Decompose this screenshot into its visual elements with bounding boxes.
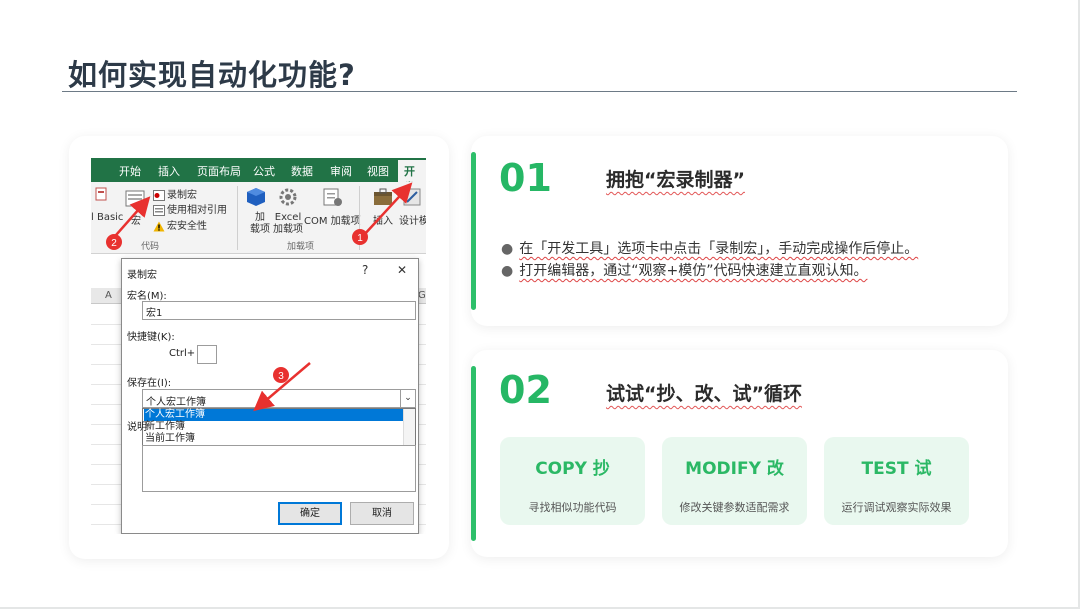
bullet-dot-icon: ● <box>501 241 514 257</box>
section-title: 试试“抄、改、试”循环 <box>606 383 802 405</box>
section-card-02: 02 试试“抄、改、试”循环 COPY 抄 寻找相似功能代码 MODIFY 改 … <box>471 350 1008 557</box>
bullet-item: ● 打开编辑器，通过“观察+模仿”代码快速建立直观认知。 <box>501 260 918 282</box>
test-card-description: 运行调试观察实际效果 <box>841 501 952 514</box>
bullet-text: 在「开发工具」选项卡中点击「录制宏」，手动完成操作后停止。 <box>519 241 919 257</box>
step-badge-3-label: 3 <box>278 371 284 382</box>
modify-card: MODIFY 改 修改关键参数适配需求 <box>662 437 807 525</box>
step-badge-2-label: 2 <box>111 238 117 249</box>
annotation-arrows: 1 2 3 <box>106 182 413 412</box>
step-badge-1-label: 1 <box>357 233 363 244</box>
bullet-item: ● 在「开发工具」选项卡中点击「录制宏」，手动完成操作后停止。 <box>501 238 918 260</box>
bullet-text: 打开编辑器，通过“观察+模仿”代码快速建立直观认知。 <box>519 263 868 279</box>
section-number: 01 <box>499 156 552 200</box>
copy-card-description: 寻找相似功能代码 <box>528 501 617 514</box>
bullet-dot-icon: ● <box>501 263 514 279</box>
accent-bar <box>471 366 476 541</box>
section-number: 02 <box>499 368 552 412</box>
excel-screenshot: 开始 插入 页面布局 公式 数据 审阅 视图 开发 l Basic 宏 <box>91 158 426 534</box>
section-title: 拥抱“宏录制器” <box>606 169 745 191</box>
accent-bar <box>471 152 476 310</box>
title-divider <box>62 91 1017 92</box>
test-card: TEST 试 运行调试观察实际效果 <box>824 437 969 525</box>
test-card-heading: TEST 试 <box>861 459 932 479</box>
modify-card-description: 修改关键参数适配需求 <box>679 501 790 514</box>
slide: 如何实现自动化功能? 开始 插入 页面布局 公式 数据 审阅 视图 开发 l B… <box>0 0 1080 609</box>
modify-card-heading: MODIFY 改 <box>685 459 784 479</box>
copy-card-heading: COPY 抄 <box>535 459 610 479</box>
bullet-list: ● 在「开发工具」选项卡中点击「录制宏」，手动完成操作后停止。 ● 打开编辑器，通过… <box>501 238 918 282</box>
section-card-01: 01 拥抱“宏录制器” ● 在「开发工具」选项卡中点击「录制宏」，手动完成操作后停… <box>471 136 1008 326</box>
page-title: 如何实现自动化功能? <box>68 58 356 92</box>
arrow-to-developer-tab <box>362 182 413 237</box>
copy-card: COPY 抄 寻找相似功能代码 <box>500 437 645 525</box>
screenshot-card: 开始 插入 页面布局 公式 数据 审阅 视图 开发 l Basic 宏 <box>69 136 449 559</box>
